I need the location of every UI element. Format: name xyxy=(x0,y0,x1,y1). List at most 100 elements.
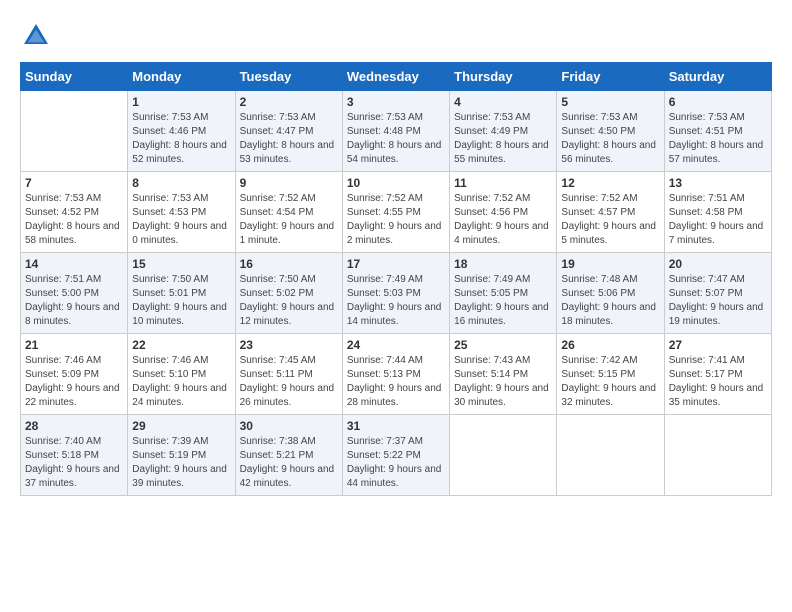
day-number: 31 xyxy=(347,419,445,433)
day-number: 16 xyxy=(240,257,338,271)
calendar-week-row: 21 Sunrise: 7:46 AMSunset: 5:09 PMDayligh… xyxy=(21,334,772,415)
calendar-week-row: 14 Sunrise: 7:51 AMSunset: 5:00 PMDayligh… xyxy=(21,253,772,334)
calendar-cell: 19 Sunrise: 7:48 AMSunset: 5:06 PMDayligh… xyxy=(557,253,664,334)
day-number: 21 xyxy=(25,338,123,352)
day-number: 1 xyxy=(132,95,230,109)
calendar-cell: 11Sunrise: 7:52 AMSunset: 4:56 PMDayligh… xyxy=(450,172,557,253)
day-info: Sunrise: 7:49 AMSunset: 5:03 PMDaylight:… xyxy=(347,273,445,329)
calendar-cell: 21 Sunrise: 7:46 AMSunset: 5:09 PMDayligh… xyxy=(21,334,128,415)
calendar-cell: 20 Sunrise: 7:47 AMSunset: 5:07 PMDayligh… xyxy=(664,253,771,334)
day-info: Sunrise: 7:39 AMSunset: 5:19 PMDaylight:… xyxy=(132,435,230,491)
day-info: Sunrise: 7:51 AMSunset: 4:58 PMDaylight:… xyxy=(669,192,767,248)
calendar-cell: 27 Sunrise: 7:41 AMSunset: 5:17 PMDayligh… xyxy=(664,334,771,415)
day-info: Sunrise: 7:43 AMSunset: 5:14 PMDaylight:… xyxy=(454,354,552,410)
day-number: 6 xyxy=(669,95,767,109)
calendar-header-row: SundayMondayTuesdayWednesdayThursdayFrid… xyxy=(21,63,772,91)
calendar-week-row: 1 Sunrise: 7:53 AMSunset: 4:46 PMDaylight… xyxy=(21,91,772,172)
day-info: Sunrise: 7:51 AMSunset: 5:00 PMDaylight:… xyxy=(25,273,123,329)
day-info: Sunrise: 7:53 AMSunset: 4:48 PMDaylight:… xyxy=(347,111,445,167)
header-monday: Monday xyxy=(128,63,235,91)
header-tuesday: Tuesday xyxy=(235,63,342,91)
day-info: Sunrise: 7:48 AMSunset: 5:06 PMDaylight:… xyxy=(561,273,659,329)
logo-icon xyxy=(20,20,52,52)
day-number: 23 xyxy=(240,338,338,352)
day-number: 22 xyxy=(132,338,230,352)
page-header xyxy=(20,20,772,52)
header-wednesday: Wednesday xyxy=(342,63,449,91)
day-info: Sunrise: 7:38 AMSunset: 5:21 PMDaylight:… xyxy=(240,435,338,491)
day-number: 30 xyxy=(240,419,338,433)
day-info: Sunrise: 7:44 AMSunset: 5:13 PMDaylight:… xyxy=(347,354,445,410)
day-info: Sunrise: 7:41 AMSunset: 5:17 PMDaylight:… xyxy=(669,354,767,410)
day-number: 2 xyxy=(240,95,338,109)
calendar-cell: 31 Sunrise: 7:37 AMSunset: 5:22 PMDayligh… xyxy=(342,415,449,496)
day-info: Sunrise: 7:50 AMSunset: 5:01 PMDaylight:… xyxy=(132,273,230,329)
day-info: Sunrise: 7:45 AMSunset: 5:11 PMDaylight:… xyxy=(240,354,338,410)
day-info: Sunrise: 7:52 AMSunset: 4:55 PMDaylight:… xyxy=(347,192,445,248)
calendar-cell: 1 Sunrise: 7:53 AMSunset: 4:46 PMDaylight… xyxy=(128,91,235,172)
header-thursday: Thursday xyxy=(450,63,557,91)
day-info: Sunrise: 7:37 AMSunset: 5:22 PMDaylight:… xyxy=(347,435,445,491)
day-info: Sunrise: 7:49 AMSunset: 5:05 PMDaylight:… xyxy=(454,273,552,329)
calendar-cell: 22 Sunrise: 7:46 AMSunset: 5:10 PMDayligh… xyxy=(128,334,235,415)
calendar-cell: 18 Sunrise: 7:49 AMSunset: 5:05 PMDayligh… xyxy=(450,253,557,334)
day-info: Sunrise: 7:46 AMSunset: 5:10 PMDaylight:… xyxy=(132,354,230,410)
day-number: 12 xyxy=(561,176,659,190)
day-number: 17 xyxy=(347,257,445,271)
calendar-week-row: 7Sunrise: 7:53 AMSunset: 4:52 PMDaylight… xyxy=(21,172,772,253)
day-number: 4 xyxy=(454,95,552,109)
calendar-cell: 24Sunrise: 7:44 AMSunset: 5:13 PMDayligh… xyxy=(342,334,449,415)
calendar-cell: 25 Sunrise: 7:43 AMSunset: 5:14 PMDayligh… xyxy=(450,334,557,415)
calendar-cell: 6 Sunrise: 7:53 AMSunset: 4:51 PMDaylight… xyxy=(664,91,771,172)
header-saturday: Saturday xyxy=(664,63,771,91)
day-number: 19 xyxy=(561,257,659,271)
day-number: 26 xyxy=(561,338,659,352)
calendar-cell: 14 Sunrise: 7:51 AMSunset: 5:00 PMDayligh… xyxy=(21,253,128,334)
calendar-cell: 4 Sunrise: 7:53 AMSunset: 4:49 PMDaylight… xyxy=(450,91,557,172)
calendar-cell: 30 Sunrise: 7:38 AMSunset: 5:21 PMDayligh… xyxy=(235,415,342,496)
header-sunday: Sunday xyxy=(21,63,128,91)
day-info: Sunrise: 7:53 AMSunset: 4:50 PMDaylight:… xyxy=(561,111,659,167)
calendar-cell xyxy=(664,415,771,496)
calendar-week-row: 28 Sunrise: 7:40 AMSunset: 5:18 PMDayligh… xyxy=(21,415,772,496)
calendar-cell: 3 Sunrise: 7:53 AMSunset: 4:48 PMDaylight… xyxy=(342,91,449,172)
day-number: 28 xyxy=(25,419,123,433)
day-info: Sunrise: 7:53 AMSunset: 4:46 PMDaylight:… xyxy=(132,111,230,167)
calendar-cell: 26 Sunrise: 7:42 AMSunset: 5:15 PMDayligh… xyxy=(557,334,664,415)
day-info: Sunrise: 7:52 AMSunset: 4:57 PMDaylight:… xyxy=(561,192,659,248)
day-number: 20 xyxy=(669,257,767,271)
calendar-cell: 15 Sunrise: 7:50 AMSunset: 5:01 PMDayligh… xyxy=(128,253,235,334)
day-info: Sunrise: 7:53 AMSunset: 4:51 PMDaylight:… xyxy=(669,111,767,167)
day-info: Sunrise: 7:52 AMSunset: 4:54 PMDaylight:… xyxy=(240,192,338,248)
calendar-cell: 28 Sunrise: 7:40 AMSunset: 5:18 PMDayligh… xyxy=(21,415,128,496)
day-number: 5 xyxy=(561,95,659,109)
calendar-cell: 13Sunrise: 7:51 AMSunset: 4:58 PMDayligh… xyxy=(664,172,771,253)
logo xyxy=(20,20,56,52)
day-info: Sunrise: 7:53 AMSunset: 4:49 PMDaylight:… xyxy=(454,111,552,167)
calendar-cell: 5 Sunrise: 7:53 AMSunset: 4:50 PMDaylight… xyxy=(557,91,664,172)
calendar-cell: 10Sunrise: 7:52 AMSunset: 4:55 PMDayligh… xyxy=(342,172,449,253)
calendar-cell: 23 Sunrise: 7:45 AMSunset: 5:11 PMDayligh… xyxy=(235,334,342,415)
day-info: Sunrise: 7:50 AMSunset: 5:02 PMDaylight:… xyxy=(240,273,338,329)
day-number: 15 xyxy=(132,257,230,271)
calendar-cell: 12 Sunrise: 7:52 AMSunset: 4:57 PMDayligh… xyxy=(557,172,664,253)
day-info: Sunrise: 7:52 AMSunset: 4:56 PMDaylight:… xyxy=(454,192,552,248)
day-number: 3 xyxy=(347,95,445,109)
day-info: Sunrise: 7:53 AMSunset: 4:53 PMDaylight:… xyxy=(132,192,230,248)
day-number: 25 xyxy=(454,338,552,352)
day-number: 29 xyxy=(132,419,230,433)
day-number: 27 xyxy=(669,338,767,352)
calendar-cell xyxy=(557,415,664,496)
day-info: Sunrise: 7:47 AMSunset: 5:07 PMDaylight:… xyxy=(669,273,767,329)
day-info: Sunrise: 7:46 AMSunset: 5:09 PMDaylight:… xyxy=(25,354,123,410)
calendar-cell xyxy=(450,415,557,496)
calendar-cell: 9Sunrise: 7:52 AMSunset: 4:54 PMDaylight… xyxy=(235,172,342,253)
day-info: Sunrise: 7:53 AMSunset: 4:52 PMDaylight:… xyxy=(25,192,123,248)
day-number: 18 xyxy=(454,257,552,271)
day-info: Sunrise: 7:42 AMSunset: 5:15 PMDaylight:… xyxy=(561,354,659,410)
day-number: 14 xyxy=(25,257,123,271)
day-info: Sunrise: 7:40 AMSunset: 5:18 PMDaylight:… xyxy=(25,435,123,491)
calendar-table: SundayMondayTuesdayWednesdayThursdayFrid… xyxy=(20,62,772,496)
day-number: 8 xyxy=(132,176,230,190)
day-info: Sunrise: 7:53 AMSunset: 4:47 PMDaylight:… xyxy=(240,111,338,167)
